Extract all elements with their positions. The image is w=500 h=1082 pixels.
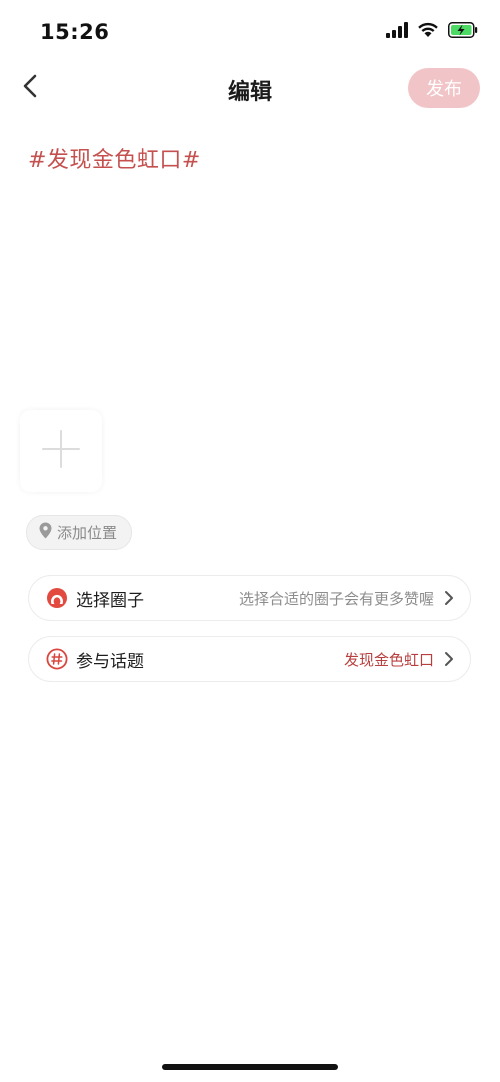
status-time: 15:26 <box>40 20 110 44</box>
circle-icon <box>46 587 68 609</box>
home-indicator[interactable] <box>162 1064 338 1070</box>
hashtag-icon <box>46 648 68 670</box>
option-hint: 选择合适的圈子会有更多赞喔 <box>238 589 434 608</box>
add-media-button[interactable] <box>20 410 102 492</box>
status-bar: 15:26 <box>0 0 500 60</box>
chevron-right-icon <box>442 589 456 607</box>
publish-button[interactable]: 发布 <box>408 68 480 108</box>
plus-icon <box>41 429 81 473</box>
signal-icon <box>386 22 408 42</box>
select-circle-row[interactable]: 选择圈子 选择合适的圈子会有更多赞喔 <box>28 575 471 621</box>
option-label: 参与话题 <box>76 651 144 672</box>
selected-topic: 发现金色虹口 <box>343 650 434 669</box>
add-location-button[interactable]: 添加位置 <box>26 515 133 550</box>
nav-bar: 编辑 发布 <box>0 64 500 114</box>
location-label: 添加位置 <box>57 524 118 542</box>
option-label: 选择圈子 <box>76 590 144 611</box>
join-topic-row[interactable]: 参与话题 发现金色虹口 <box>28 636 471 682</box>
wifi-icon <box>417 22 439 42</box>
battery-charging-icon <box>448 22 478 42</box>
location-pin-icon <box>39 522 52 543</box>
chevron-right-icon <box>442 650 456 668</box>
status-icons <box>386 20 478 44</box>
post-text-input[interactable]: #发现金色虹口# <box>28 142 201 174</box>
